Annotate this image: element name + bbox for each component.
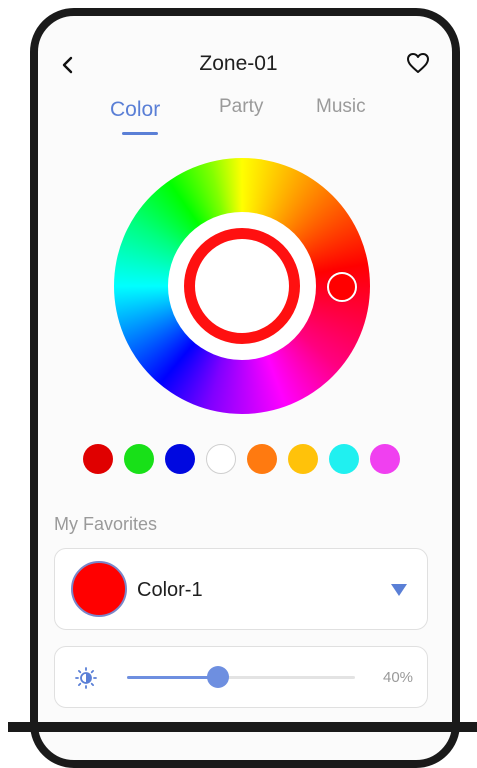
active-tab-indicator — [122, 132, 158, 135]
preset-swatch-blue[interactable] — [165, 444, 195, 474]
brightness-slider-fill — [127, 676, 218, 679]
preset-swatch-green[interactable] — [124, 444, 154, 474]
favorite-name: Color-1 — [137, 579, 203, 601]
brightness-icon — [75, 667, 97, 689]
selected-color-preview — [184, 228, 300, 344]
color-wheel-handle[interactable] — [327, 272, 357, 302]
brightness-slider-track[interactable] — [127, 676, 355, 679]
tab-music[interactable]: Music — [316, 96, 366, 118]
heart-outline-icon[interactable] — [406, 52, 430, 74]
triangle-down-icon[interactable] — [390, 583, 408, 597]
preset-swatch-magenta[interactable] — [370, 444, 400, 474]
tab-party[interactable]: Party — [219, 96, 263, 118]
preset-swatch-red[interactable] — [83, 444, 113, 474]
favorite-color-swatch — [71, 561, 127, 617]
preset-swatch-orange[interactable] — [247, 444, 277, 474]
preset-swatch-cyan[interactable] — [329, 444, 359, 474]
bottom-bezel — [8, 722, 477, 732]
preset-swatch-white[interactable] — [206, 444, 236, 474]
tab-color[interactable]: Color — [110, 98, 160, 122]
brightness-value: 40% — [383, 669, 414, 686]
favorites-section-label: My Favorites — [54, 514, 158, 534]
brightness-control: 40% — [54, 646, 428, 708]
brightness-slider-thumb[interactable] — [207, 666, 229, 688]
preset-swatch-yellow[interactable] — [288, 444, 318, 474]
favorite-selector[interactable]: Color-1 — [54, 548, 428, 630]
